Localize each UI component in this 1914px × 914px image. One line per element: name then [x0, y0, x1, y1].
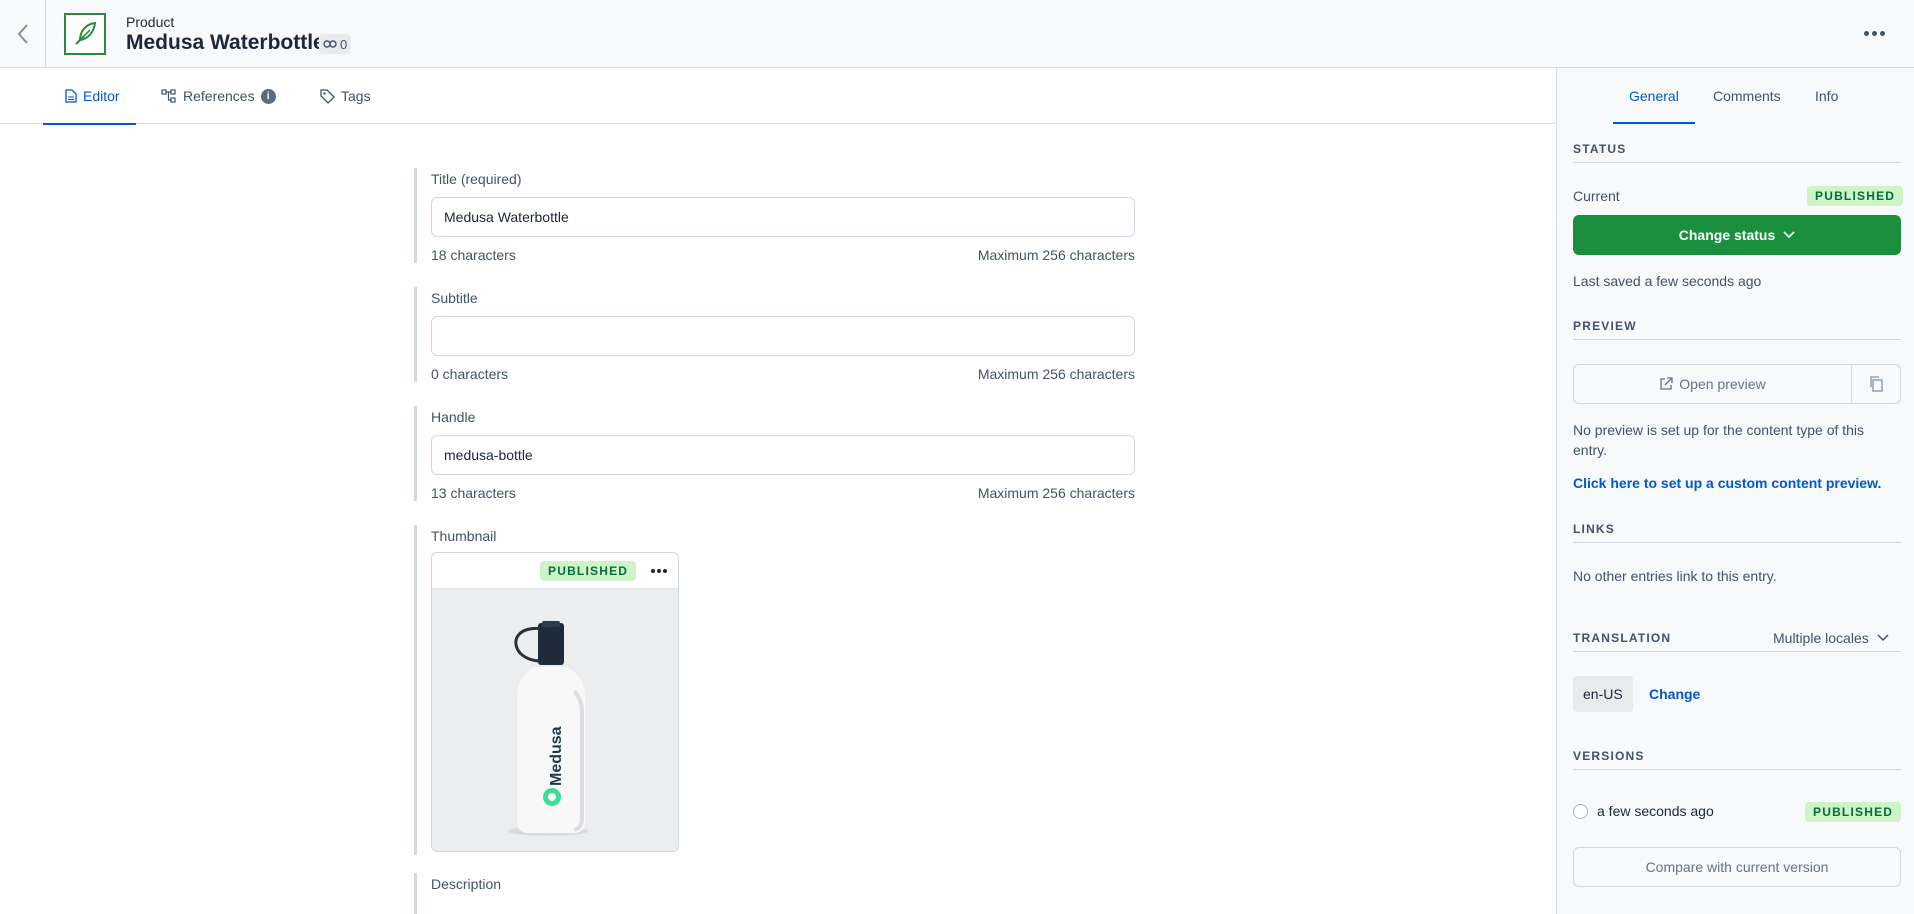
field-handle: Handle 13 characters Maximum 256 charact…: [414, 406, 1135, 501]
tab-general[interactable]: General: [1613, 68, 1695, 124]
links-note: No other entries link to this entry.: [1573, 568, 1777, 584]
more-actions-button[interactable]: [1856, 18, 1892, 48]
preview-button-group: Open preview: [1573, 364, 1901, 404]
reference-count-badge[interactable]: 0: [319, 34, 352, 54]
setup-preview-link[interactable]: Click here to set up a custom content pr…: [1573, 475, 1881, 491]
open-preview-label: Open preview: [1679, 376, 1766, 392]
tab-label: Tags: [341, 88, 371, 104]
change-status-label: Change status: [1678, 227, 1776, 243]
field-title: Title (required) 18 characters Maximum 2…: [414, 168, 1135, 263]
entry-sidebar: General Comments Info STATUS Current PUB…: [1556, 68, 1914, 914]
character-limit: Maximum 256 characters: [977, 485, 1135, 501]
entry-tabs: Editor References i Tags: [0, 68, 1556, 125]
info-icon[interactable]: i: [260, 88, 276, 104]
preview-note: No preview is set up for the content typ…: [1573, 422, 1865, 458]
hierarchy-icon: [161, 89, 176, 103]
field-thumbnail: Thumbnail PUBLISHED Medusa: [414, 525, 1135, 855]
title-input[interactable]: [431, 197, 1135, 237]
sidebar-tabs: General Comments Info: [1557, 68, 1914, 124]
copy-icon: [1870, 376, 1883, 392]
tab-label: Editor: [83, 88, 120, 104]
copy-preview-button[interactable]: [1852, 365, 1900, 403]
preview-section-title: PREVIEW: [1573, 319, 1901, 340]
handle-input[interactable]: [431, 435, 1135, 475]
ellipsis-icon: [1863, 30, 1869, 36]
content-type-label: Product: [126, 14, 175, 30]
external-link-icon: [1660, 377, 1673, 390]
locale-pill: en-US: [1573, 676, 1633, 712]
current-status-label: Current: [1573, 188, 1620, 204]
open-preview-button[interactable]: Open preview: [1574, 365, 1852, 403]
field-help: 18 characters Maximum 256 characters: [431, 247, 1135, 263]
last-saved-text: Last saved a few seconds ago: [1573, 273, 1762, 289]
tab-references[interactable]: References i: [161, 68, 276, 124]
field-label: Handle: [431, 409, 476, 425]
links-section-title: LINKS: [1573, 522, 1901, 543]
character-count: 18 characters: [431, 247, 516, 263]
field-label: Subtitle: [431, 290, 478, 306]
entry-type-icon: [64, 13, 106, 55]
field-description: Description: [414, 873, 1135, 914]
asset-card[interactable]: PUBLISHED Medusa: [431, 552, 679, 852]
chevron-down-icon: [1877, 634, 1889, 642]
character-count: 13 characters: [431, 485, 516, 501]
version-radio[interactable]: [1573, 804, 1588, 819]
tag-icon: [320, 88, 335, 104]
change-locale-link[interactable]: Change: [1649, 686, 1700, 702]
field-help: 13 characters Maximum 256 characters: [431, 485, 1135, 501]
field-label: Description: [431, 876, 502, 892]
tab-label: References: [183, 88, 255, 104]
asset-actions-button[interactable]: [648, 562, 670, 580]
asset-card-header: PUBLISHED: [432, 553, 678, 589]
tab-comments[interactable]: Comments: [1713, 68, 1781, 124]
version-time: a few seconds ago: [1597, 803, 1714, 819]
link-icon: [323, 40, 337, 48]
compare-version-button[interactable]: Compare with current version: [1573, 847, 1901, 887]
status-section-title: STATUS: [1573, 142, 1901, 163]
locales-dropdown[interactable]: Multiple locales: [1773, 630, 1889, 646]
character-limit: Maximum 256 characters: [977, 366, 1135, 382]
field-help: 0 characters Maximum 256 characters: [431, 366, 1135, 382]
entry-header: Product Medusa Waterbottle 0: [0, 0, 1914, 68]
feather-icon: [75, 21, 97, 45]
chevron-down-icon: [1783, 231, 1795, 239]
field-subtitle: Subtitle 0 characters Maximum 256 charac…: [414, 287, 1135, 382]
field-label: Thumbnail: [431, 528, 497, 544]
versions-section-title: VERSIONS: [1573, 749, 1901, 770]
status-badge: PUBLISHED: [540, 561, 637, 581]
entry-title: Medusa Waterbottle: [126, 31, 325, 54]
ellipsis-icon: [651, 569, 655, 573]
asset-thumbnail-image[interactable]: Medusa: [432, 589, 678, 851]
chevron-left-icon: [17, 23, 28, 44]
version-status-badge: PUBLISHED: [1805, 802, 1902, 822]
bottle-brand-text: Medusa: [548, 726, 565, 786]
tab-info[interactable]: Info: [1815, 68, 1838, 124]
field-label: Title (required): [431, 171, 522, 187]
water-bottle-image: Medusa: [508, 620, 588, 836]
tab-tags[interactable]: Tags: [320, 68, 371, 124]
current-status-badge: PUBLISHED: [1807, 186, 1904, 206]
tab-editor[interactable]: Editor: [43, 68, 136, 125]
change-status-button[interactable]: Change status: [1573, 215, 1901, 255]
reference-count: 0: [340, 36, 348, 52]
character-limit: Maximum 256 characters: [977, 247, 1135, 263]
locales-dropdown-label: Multiple locales: [1773, 630, 1869, 646]
document-icon: [65, 89, 77, 103]
back-button[interactable]: [0, 0, 46, 67]
character-count: 0 characters: [431, 366, 509, 382]
subtitle-input[interactable]: [431, 316, 1135, 356]
